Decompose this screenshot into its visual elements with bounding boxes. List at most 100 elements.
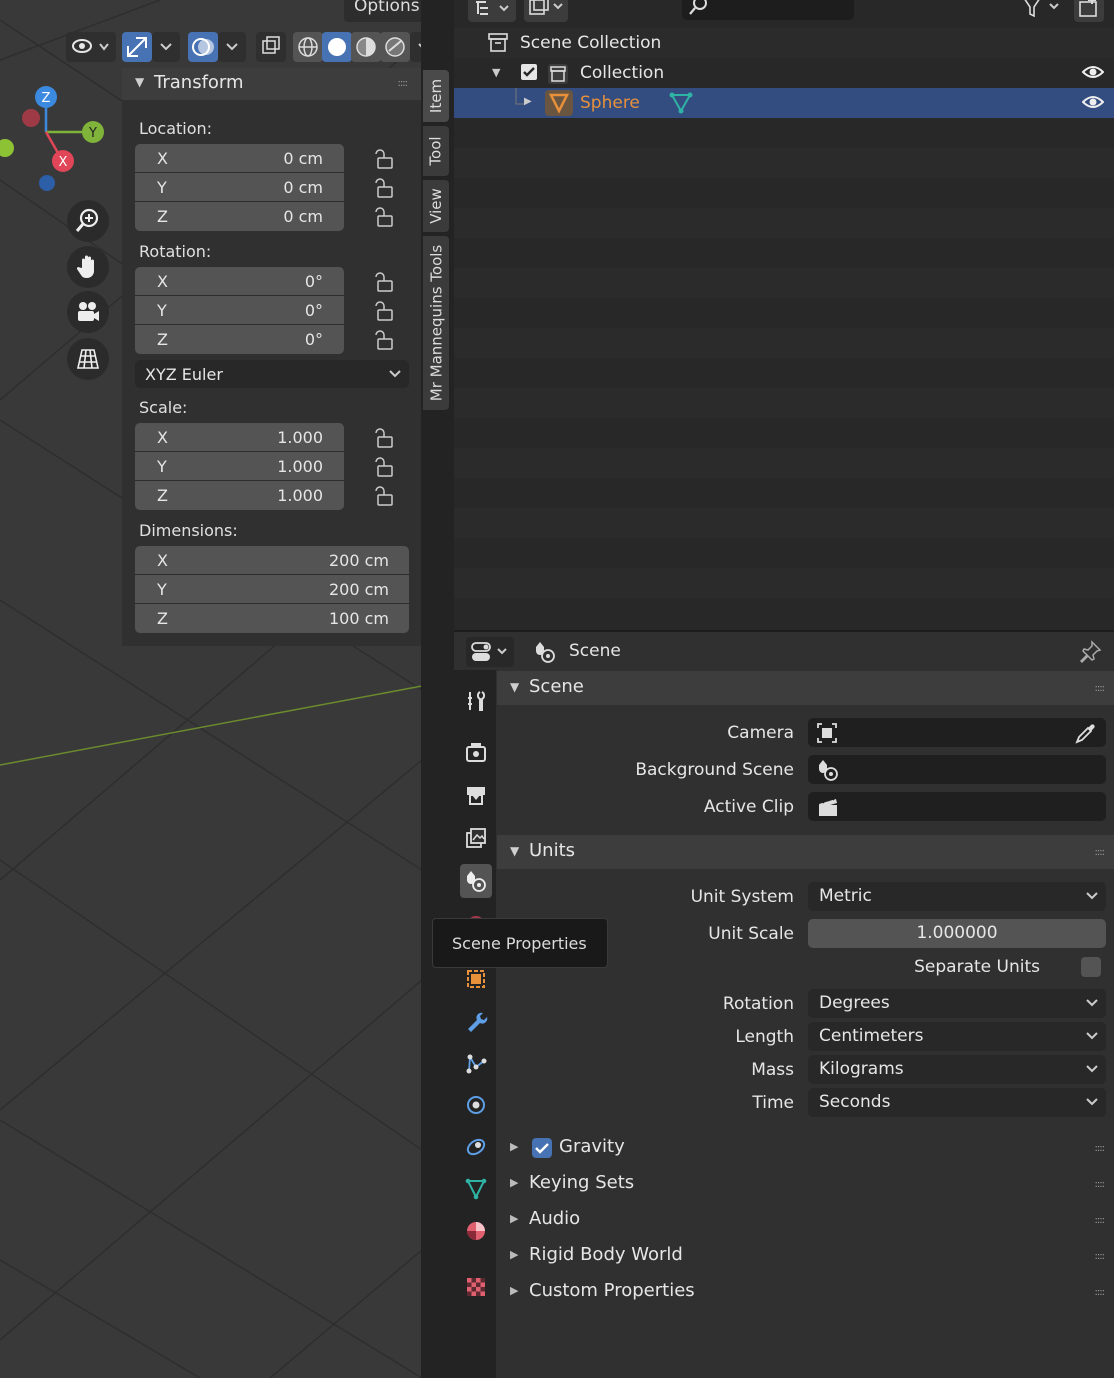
units-panel-header[interactable]: ▼ Units ::::: [497, 835, 1114, 869]
lock-open-icon[interactable]: [372, 271, 396, 293]
camera-field[interactable]: [808, 718, 1106, 747]
custom-properties-panel-header[interactable]: ▶ Custom Properties ::::: [497, 1275, 1114, 1309]
tab-physics-properties[interactable]: [460, 1088, 492, 1122]
eye-icon[interactable]: [1082, 94, 1104, 110]
tab-modifier-properties[interactable]: [460, 1004, 492, 1038]
editor-type-dropdown[interactable]: [466, 637, 514, 667]
lock-open-icon[interactable]: [372, 456, 396, 478]
unit-scale-field[interactable]: 1.000000: [808, 919, 1106, 948]
camera-view-button[interactable]: [67, 291, 109, 333]
rotation-y-field[interactable]: Y 0°: [135, 296, 344, 325]
drag-grip-icon[interactable]: ::::: [398, 78, 409, 89]
active-clip-field[interactable]: [808, 792, 1106, 821]
mass-units-dropdown[interactable]: Kilograms: [808, 1055, 1106, 1084]
mesh-data-icon[interactable]: [668, 91, 694, 115]
new-collection-button[interactable]: [1074, 0, 1104, 22]
checkbox-checked-icon[interactable]: [520, 63, 540, 83]
tab-material-properties[interactable]: [460, 1214, 492, 1248]
options-dropdown[interactable]: Options ⌄: [344, 0, 422, 22]
perspective-toggle-button[interactable]: [67, 338, 109, 380]
tab-mr-mannequins-tools[interactable]: Mr Mannequins Tools: [423, 236, 449, 410]
gizmo-toggle-button[interactable]: [122, 32, 152, 62]
audio-panel-header[interactable]: ▶ Audio ::::: [497, 1203, 1114, 1237]
tab-render-properties[interactable]: [460, 736, 492, 770]
wireframe-shading-button[interactable]: [293, 32, 323, 62]
scene-panel-header[interactable]: ▼ Scene ::::: [497, 671, 1114, 705]
drag-grip-icon[interactable]: ::::: [1095, 1143, 1106, 1154]
disclosure-triangle-right-icon[interactable]: ▶: [524, 96, 532, 107]
tab-particle-properties[interactable]: [460, 1046, 492, 1080]
outliner-row-collection[interactable]: ▼ Collection: [454, 58, 1114, 88]
drag-grip-icon[interactable]: ::::: [1095, 1287, 1106, 1298]
outliner-row-scene-collection[interactable]: Scene Collection: [454, 28, 1114, 58]
unit-system-dropdown[interactable]: Metric: [808, 882, 1106, 911]
filter-mode-dropdown[interactable]: [524, 0, 568, 22]
location-z-field[interactable]: Z 0 cm: [135, 202, 344, 231]
dimensions-x-field[interactable]: X 200 cm: [135, 546, 409, 575]
time-units-dropdown[interactable]: Seconds: [808, 1088, 1106, 1117]
background-scene-field[interactable]: [808, 755, 1106, 784]
rotation-z-field[interactable]: Z 0°: [135, 325, 344, 354]
gizmo-dropdown[interactable]: [152, 32, 180, 62]
display-mode-dropdown[interactable]: [468, 0, 516, 22]
zoom-button[interactable]: [67, 200, 109, 242]
gravity-checkbox[interactable]: [531, 1137, 553, 1159]
tab-view-layer-properties[interactable]: [460, 821, 492, 855]
lock-open-icon[interactable]: [372, 485, 396, 507]
lock-open-icon[interactable]: [372, 148, 396, 170]
scale-z-field[interactable]: Z 1.000: [135, 481, 344, 510]
overlays-dropdown[interactable]: [218, 32, 246, 62]
eyedropper-icon[interactable]: [1074, 721, 1098, 745]
tab-tool-properties[interactable]: [460, 684, 492, 718]
drag-grip-icon[interactable]: ::::: [1095, 683, 1106, 694]
rigid-body-world-panel-header[interactable]: ▶ Rigid Body World ::::: [497, 1239, 1114, 1273]
drag-grip-icon[interactable]: ::::: [1095, 1251, 1106, 1262]
tab-scene-properties[interactable]: [460, 864, 492, 898]
dimensions-y-field[interactable]: Y 200 cm: [135, 575, 409, 604]
visibility-selectability-dropdown[interactable]: [66, 32, 116, 62]
lock-open-icon[interactable]: [372, 427, 396, 449]
search-input[interactable]: [682, 0, 854, 20]
drag-grip-icon[interactable]: ::::: [1095, 1215, 1106, 1226]
pan-button[interactable]: [67, 246, 109, 288]
rotation-x-field[interactable]: X 0°: [135, 267, 344, 296]
rotation-units-value: Degrees: [819, 993, 890, 1013]
navigation-gizmo[interactable]: Z Y X: [0, 80, 120, 200]
drag-grip-icon[interactable]: ::::: [1095, 847, 1106, 858]
rendered-shading-button[interactable]: [380, 32, 410, 62]
rotation-mode-dropdown[interactable]: XYZ Euler: [135, 360, 409, 388]
lock-open-icon[interactable]: [372, 206, 396, 228]
gravity-panel-header[interactable]: ▶ Gravity ::::: [497, 1131, 1114, 1165]
lock-open-icon[interactable]: [372, 177, 396, 199]
overlays-toggle-button[interactable]: [188, 32, 218, 62]
length-units-dropdown[interactable]: Centimeters: [808, 1022, 1106, 1051]
lock-open-icon[interactable]: [372, 300, 396, 322]
tab-texture-properties[interactable]: [460, 1270, 492, 1304]
keying-sets-panel-header[interactable]: ▶ Keying Sets ::::: [497, 1167, 1114, 1201]
scale-x-field[interactable]: X 1.000: [135, 423, 344, 452]
eye-icon[interactable]: [1082, 64, 1104, 80]
tab-view[interactable]: View: [423, 180, 449, 232]
material-shading-button[interactable]: [351, 32, 381, 62]
tab-tool[interactable]: Tool: [423, 126, 449, 176]
xray-toggle-button[interactable]: [256, 32, 286, 62]
location-y-field[interactable]: Y 0 cm: [135, 173, 344, 202]
tab-output-properties[interactable]: [460, 779, 492, 813]
scale-y-field[interactable]: Y 1.000: [135, 452, 344, 481]
filter-dropdown[interactable]: [1018, 0, 1068, 22]
rotation-units-dropdown[interactable]: Degrees: [808, 989, 1106, 1018]
3d-viewport[interactable]: Options ⌄ Z Y: [0, 0, 422, 1378]
outliner-row-sphere[interactable]: ▶ Sphere: [454, 88, 1114, 118]
drag-grip-icon[interactable]: ::::: [1095, 1179, 1106, 1190]
lock-open-icon[interactable]: [372, 329, 396, 351]
transform-panel-header[interactable]: ▼ Transform ::::: [122, 68, 421, 100]
separate-units-checkbox[interactable]: [1081, 957, 1101, 977]
pin-icon[interactable]: [1078, 640, 1102, 664]
tab-constraint-properties[interactable]: [460, 1130, 492, 1164]
tab-item[interactable]: Item: [423, 70, 449, 122]
solid-shading-button[interactable]: [322, 32, 352, 62]
dimensions-z-field[interactable]: Z 100 cm: [135, 604, 409, 633]
disclosure-triangle-down-icon[interactable]: ▼: [492, 66, 500, 79]
location-x-field[interactable]: X 0 cm: [135, 144, 344, 173]
tab-data-properties[interactable]: [460, 1172, 492, 1206]
